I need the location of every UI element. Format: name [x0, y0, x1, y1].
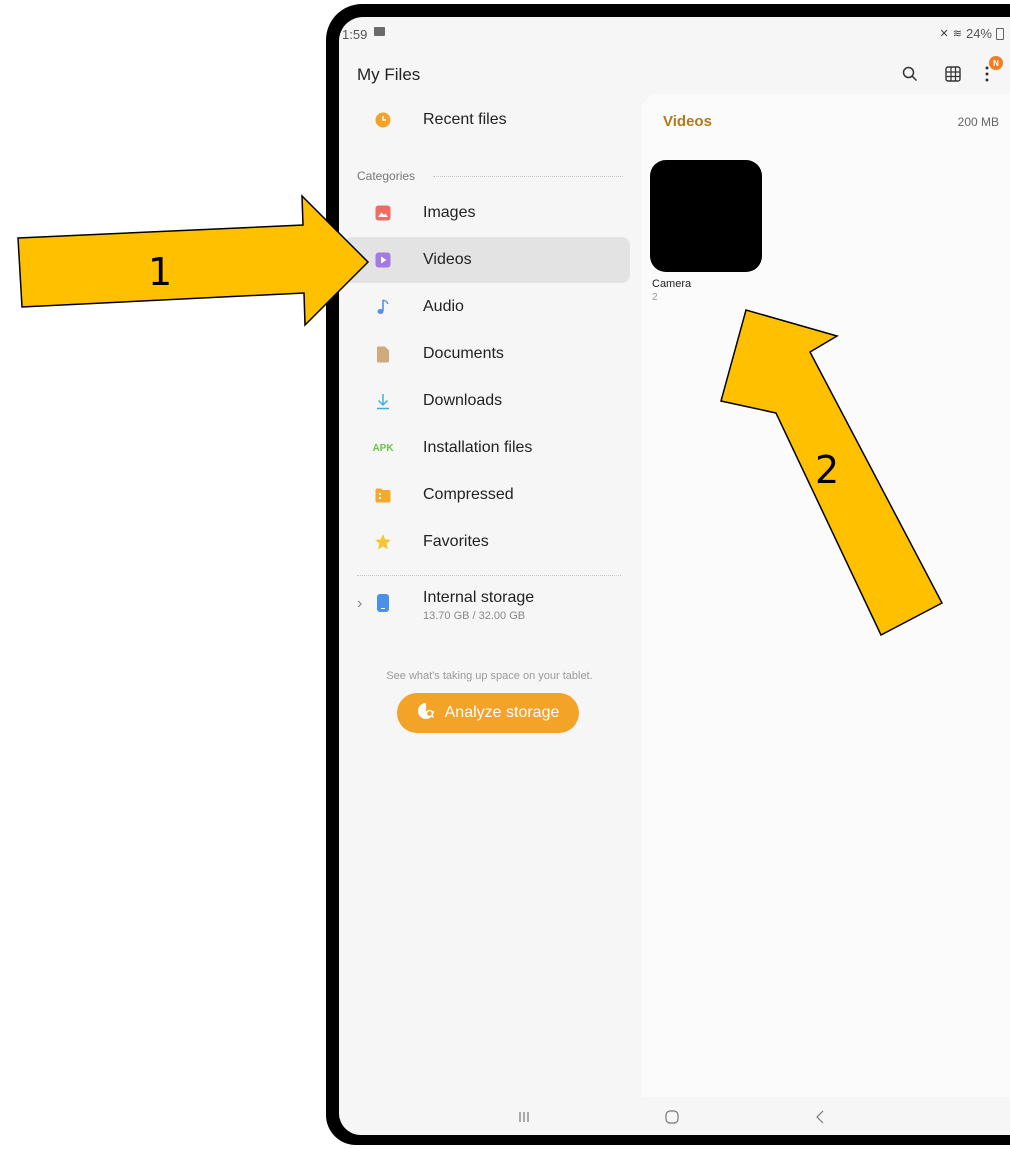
annotation-layer [17, 194, 944, 637]
annotation-label-1: 1 [148, 250, 173, 294]
annotation-label-2: 2 [815, 448, 840, 492]
annotation-arrow-1 [17, 194, 370, 327]
